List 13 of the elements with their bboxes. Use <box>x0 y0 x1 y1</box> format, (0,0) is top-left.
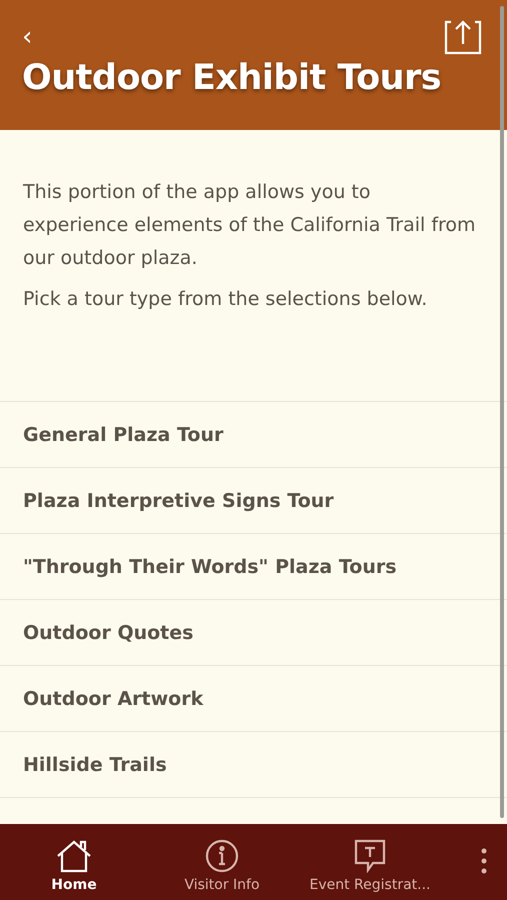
share-icon <box>443 18 483 56</box>
intro-text: This portion of the app allows you to experience elements of the California Trail from our outdoor plaza. <box>23 180 477 271</box>
more-button[interactable] <box>481 848 487 876</box>
more-icon <box>481 848 487 874</box>
page-title: Outdoor Exhibit Tours <box>22 58 442 98</box>
intro-text: Pick a tour type from the selections below. <box>23 287 428 312</box>
message-icon <box>353 839 387 873</box>
nav-tab[interactable]: Home <box>0 831 148 893</box>
info-icon <box>205 839 239 873</box>
nav-tab[interactable]: Visitor Info <box>148 831 296 893</box>
home-icon <box>55 839 93 873</box>
nav-tab[interactable]: Event Registrat... <box>296 831 444 893</box>
back-button[interactable]: ‹ <box>22 22 32 52</box>
